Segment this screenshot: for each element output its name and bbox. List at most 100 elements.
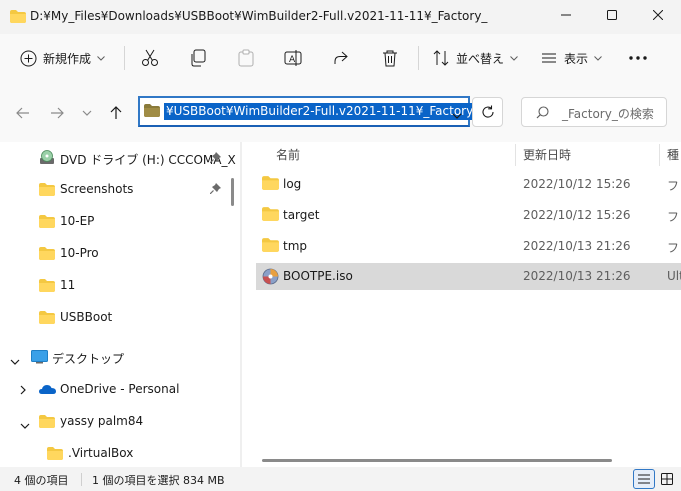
nav-item-label: 11 <box>60 278 76 292</box>
nav-item-screenshots[interactable]: Screenshots <box>0 174 238 204</box>
close-icon <box>653 10 663 20</box>
status-divider <box>81 473 82 486</box>
nav-item-usbboot[interactable]: USBBoot <box>0 302 238 332</box>
file-name: target <box>283 208 320 222</box>
desktop-icon <box>31 350 48 367</box>
svg-text:A: A <box>289 55 296 65</box>
chevron-down-icon[interactable] <box>20 418 30 432</box>
file-date: 2022/10/13 21:26 <box>523 269 631 283</box>
nav-item-onedrive[interactable]: OneDrive - Personal <box>0 374 238 404</box>
nav-scrollbar[interactable] <box>231 178 234 206</box>
folder-icon <box>10 10 26 26</box>
search-input[interactable]: _Factory_の検索 <box>521 97 667 127</box>
nav-item-label: .VirtualBox <box>68 446 134 460</box>
nav-item-label: 10-Pro <box>60 246 99 260</box>
nav-item-label: デスクトップ <box>52 352 125 366</box>
nav-item-label: Screenshots <box>60 182 134 196</box>
maximize-button[interactable] <box>589 0 635 30</box>
file-row-selected[interactable]: BOOTPE.iso 2022/10/13 21:26 Ult <box>256 263 681 290</box>
file-type: ファ <box>667 179 681 193</box>
paste-button[interactable] <box>237 42 255 74</box>
copy-button[interactable] <box>189 42 207 74</box>
arrow-left-icon <box>16 107 29 119</box>
chevron-down-icon <box>594 55 602 61</box>
arrow-up-icon <box>110 106 122 119</box>
clipboard-icon <box>238 49 254 67</box>
view-button[interactable]: 表示 <box>540 42 602 74</box>
more-options-button[interactable] <box>628 42 648 74</box>
new-button[interactable]: 新規作成 <box>20 42 105 74</box>
address-bar-row: ¥USBBoot¥WimBuilder2-Full.v2021-11-11¥_F… <box>0 82 681 142</box>
close-button[interactable] <box>635 0 681 30</box>
recent-locations-button[interactable] <box>74 100 100 126</box>
file-row[interactable]: target 2022/10/12 15:26 ファ <box>256 202 681 229</box>
folder-icon <box>39 247 55 263</box>
sort-button[interactable]: 並べ替え <box>432 42 518 74</box>
nav-item-dvd-drive[interactable]: DVD ドライブ (H:) CCCOMA_X <box>0 143 238 173</box>
column-divider[interactable] <box>659 144 660 166</box>
file-type: Ult <box>667 269 681 283</box>
nav-item-desktop[interactable]: デスクトップ <box>0 342 238 372</box>
nav-item-10-ep[interactable]: 10-EP <box>0 206 238 236</box>
details-view-button[interactable] <box>633 469 655 489</box>
back-button[interactable] <box>10 100 36 126</box>
toolbar-divider <box>124 46 125 70</box>
nav-item-virtualbox[interactable]: .VirtualBox <box>0 438 238 468</box>
file-row[interactable]: tmp 2022/10/13 21:26 ファ <box>256 233 681 260</box>
new-label: 新規作成 <box>43 51 92 66</box>
refresh-icon <box>482 105 494 118</box>
column-divider[interactable] <box>515 144 516 166</box>
list-view-icon <box>542 53 556 63</box>
file-date: 2022/10/12 15:26 <box>523 208 631 222</box>
rename-button[interactable]: A <box>284 42 302 74</box>
nav-item-11[interactable]: 11 <box>0 270 238 300</box>
address-input[interactable]: ¥USBBoot¥WimBuilder2-Full.v2021-11-11¥_F… <box>138 96 482 127</box>
tiles-view-icon <box>661 473 673 485</box>
chevron-down-icon[interactable] <box>10 354 20 368</box>
plus-circle-icon <box>20 50 37 66</box>
maximize-icon <box>607 10 617 20</box>
refresh-button[interactable] <box>472 97 503 127</box>
nav-item-label: 10-EP <box>60 214 95 228</box>
dvd-drive-icon <box>39 150 55 168</box>
up-button[interactable] <box>103 100 129 126</box>
column-header-modified[interactable]: 更新日時 <box>523 146 571 163</box>
delete-button[interactable] <box>381 42 399 74</box>
pin-icon[interactable] <box>209 183 221 197</box>
onedrive-icon <box>39 384 56 398</box>
minimize-button[interactable] <box>543 0 589 30</box>
share-icon <box>334 51 348 64</box>
navigation-pane: DVD ドライブ (H:) CCCOMA_X Screenshots 10-EP… <box>0 142 240 467</box>
window-title: D:¥My_Files¥Downloads¥USBBoot¥WimBuilder… <box>30 9 488 23</box>
title-bar: D:¥My_Files¥Downloads¥USBBoot¥WimBuilder… <box>0 0 681 34</box>
horizontal-scrollbar[interactable] <box>262 459 612 462</box>
column-header-type[interactable]: 種 <box>667 146 679 163</box>
chevron-right-icon[interactable] <box>20 384 26 398</box>
file-list: 名前 更新日時 種 log 2022/10/12 15:26 ファ target… <box>242 142 681 467</box>
cut-button[interactable] <box>141 42 159 74</box>
details-view-icon <box>638 474 650 484</box>
folder-icon <box>47 447 63 463</box>
toolbar-divider <box>418 46 419 70</box>
folder-icon <box>144 104 160 120</box>
folder-icon <box>262 207 279 224</box>
chevron-down-icon <box>82 110 92 116</box>
file-name: log <box>283 177 302 191</box>
nav-item-10-pro[interactable]: 10-Pro <box>0 238 238 268</box>
column-header-name[interactable]: 名前 <box>276 146 300 163</box>
search-placeholder: _Factory_の検索 <box>562 107 654 121</box>
nav-item-user-folder[interactable]: yassy palm84 <box>0 406 238 436</box>
file-row[interactable]: log 2022/10/12 15:26 ファ <box>256 171 681 198</box>
minimize-icon <box>561 14 571 16</box>
chevron-down-icon <box>510 55 518 61</box>
tiles-view-button[interactable] <box>656 469 678 489</box>
pin-icon[interactable] <box>209 152 221 166</box>
view-label: 表示 <box>564 51 589 66</box>
share-button[interactable] <box>332 42 350 74</box>
file-date: 2022/10/13 21:26 <box>523 239 631 253</box>
selection-info: 1 個の項目を選択 834 MB <box>92 474 225 487</box>
chevron-down-icon[interactable] <box>452 108 462 122</box>
forward-button[interactable] <box>44 100 70 126</box>
nav-item-label: yassy palm84 <box>60 414 144 428</box>
folder-icon <box>39 215 55 231</box>
